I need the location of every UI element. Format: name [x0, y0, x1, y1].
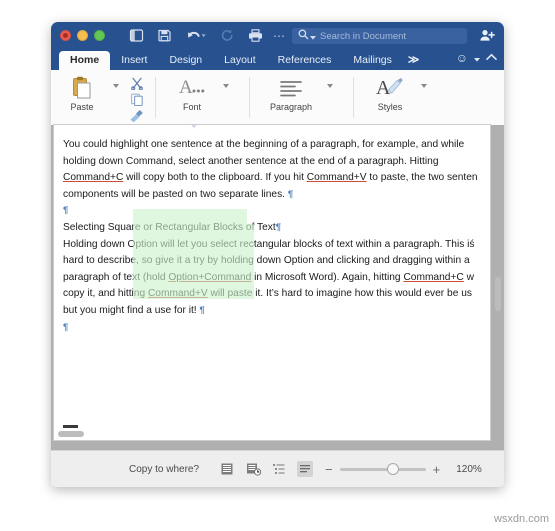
horizontal-scrollbar[interactable]: [56, 429, 476, 439]
horizontal-scroll-thumb[interactable]: [58, 431, 84, 437]
styles-a-brush-icon: A: [375, 76, 405, 100]
styles-dropdown-icon[interactable]: [421, 84, 427, 88]
paragraph-line: Selecting Square or Rectangular Blocks o…: [63, 221, 282, 233]
undo-icon[interactable]: [185, 28, 207, 43]
paragraph-line: ¶: [63, 320, 490, 337]
draft-view-button[interactable]: [297, 461, 314, 477]
ribbon-group-styles: A Styles: [353, 70, 447, 125]
paragraph-line: You could highlight one sentence at the …: [63, 139, 465, 150]
tab-design[interactable]: Design: [158, 51, 213, 70]
add-person-icon[interactable]: [479, 28, 495, 44]
traffic-lights: [60, 30, 105, 41]
collapse-ribbon-icon[interactable]: [486, 53, 497, 64]
paragraph-dropdown-icon[interactable]: [327, 84, 333, 88]
paste-dropdown-icon[interactable]: [113, 84, 119, 88]
font-button[interactable]: A Font: [169, 70, 215, 112]
paragraph-line: ¶: [63, 203, 490, 220]
zoom-control: − + 120%: [325, 463, 482, 476]
redo-icon[interactable]: [220, 28, 235, 43]
page-top-margin: [54, 125, 490, 135]
zoom-out-button[interactable]: −: [325, 463, 333, 476]
tab-insert[interactable]: Insert: [110, 51, 158, 70]
pilcrow-mark: ¶: [275, 221, 282, 233]
paragraph-line: components will be pasted on two separat…: [63, 188, 294, 200]
pilcrow-mark: ¶: [63, 321, 69, 333]
format-painter-button[interactable]: [129, 108, 145, 122]
ribbon-group-font: A Font: [155, 70, 249, 125]
zoom-level-label[interactable]: 120%: [456, 464, 482, 475]
save-icon[interactable]: [157, 28, 172, 43]
ribbon-group-clipboard: Paste: [51, 70, 155, 125]
copy-button[interactable]: [130, 92, 144, 106]
paragraph-line: but you might find a use for it! ¶: [63, 304, 205, 316]
paragraph-line: Command+C will copy both to the clipboar…: [63, 172, 478, 184]
quick-access-toolbar: ⋯: [129, 28, 286, 43]
zoom-slider[interactable]: [339, 464, 426, 474]
svg-text:A: A: [376, 77, 391, 99]
indent-marker-icon: [187, 125, 201, 128]
more-tabs-icon[interactable]: ≫: [403, 50, 425, 70]
close-window-button[interactable]: [60, 30, 71, 41]
document-text[interactable]: You could highlight one sentence at the …: [63, 137, 490, 336]
paste-button[interactable]: Paste: [59, 70, 105, 112]
watermark: wsxdn.com: [493, 513, 549, 525]
search-placeholder: Search in Document: [320, 30, 407, 42]
ribbon-body: Paste A Font Paragraph A Styles: [51, 70, 504, 126]
feedback-smiley-icon[interactable]: ☺: [456, 52, 468, 64]
svg-text:A: A: [179, 77, 193, 98]
document-area: You could highlight one sentence at the …: [51, 125, 504, 451]
paragraph-line: Holding down Option will let you select …: [63, 238, 475, 250]
paragraph-line: paragraph of text (hold Option+Command i…: [63, 271, 474, 283]
zoom-in-button[interactable]: +: [433, 463, 441, 476]
styles-label: Styles: [377, 102, 403, 112]
smiley-chevron-down-icon[interactable]: [474, 49, 480, 67]
paragraph-line: holding down Command, select another sen…: [63, 155, 439, 167]
status-message: Copy to where?: [129, 463, 200, 475]
word-window: ⋯ Search in Document Home Insert Design …: [51, 22, 504, 487]
pilcrow-mark: ¶: [287, 188, 294, 200]
styles-button[interactable]: A Styles: [367, 70, 413, 112]
pilcrow-mark: ¶: [63, 205, 69, 217]
ribbon-group-paragraph: Paragraph: [249, 70, 353, 125]
overflow-dots-icon[interactable]: ⋯: [273, 30, 286, 42]
search-icon: [298, 27, 309, 45]
document-page[interactable]: You could highlight one sentence at the …: [54, 125, 490, 440]
view-buttons: [219, 461, 314, 477]
paragraph-button[interactable]: Paragraph: [263, 70, 319, 112]
print-layout-view-button[interactable]: [219, 461, 235, 477]
minimize-window-button[interactable]: [77, 30, 88, 41]
font-a-icon: A: [177, 76, 207, 100]
title-bar: ⋯ Search in Document: [51, 22, 504, 49]
text-cursor-handle: [63, 425, 78, 428]
status-bar: Copy to where? − + 120%: [51, 450, 504, 487]
search-chevron-down-icon[interactable]: [310, 27, 316, 45]
paragraph-line: copy it, and hitting Command+V will past…: [63, 288, 472, 300]
font-dropdown-icon[interactable]: [223, 84, 229, 88]
paste-label: Paste: [70, 102, 94, 112]
tab-mailings[interactable]: Mailings: [342, 51, 403, 70]
tab-home[interactable]: Home: [59, 51, 111, 70]
web-layout-view-button[interactable]: [245, 461, 261, 477]
clipboard-icon: [71, 76, 93, 100]
pilcrow-mark: ¶: [199, 304, 205, 316]
ribbon-tabs-right: ☺: [456, 49, 497, 67]
zoom-slider-knob[interactable]: [387, 464, 398, 474]
align-lines-icon: [277, 76, 305, 100]
tab-references[interactable]: References: [267, 51, 343, 70]
paragraph-line: hard to describe, so give it a try by ho…: [63, 255, 470, 267]
vertical-scroll-thumb[interactable]: [495, 277, 501, 311]
print-icon[interactable]: [248, 28, 263, 43]
paragraph-label: Paragraph: [269, 102, 313, 112]
sidebar-toggle-icon[interactable]: [129, 28, 144, 43]
ribbon-tabs: Home Insert Design Layout References Mai…: [51, 49, 504, 70]
search-field[interactable]: Search in Document: [292, 28, 467, 44]
tab-layout[interactable]: Layout: [213, 51, 267, 70]
font-label: Font: [182, 102, 201, 112]
vertical-scrollbar[interactable]: [493, 127, 502, 437]
outline-view-button[interactable]: [271, 461, 287, 477]
cut-button[interactable]: [130, 76, 144, 90]
zoom-window-button[interactable]: [94, 30, 105, 41]
